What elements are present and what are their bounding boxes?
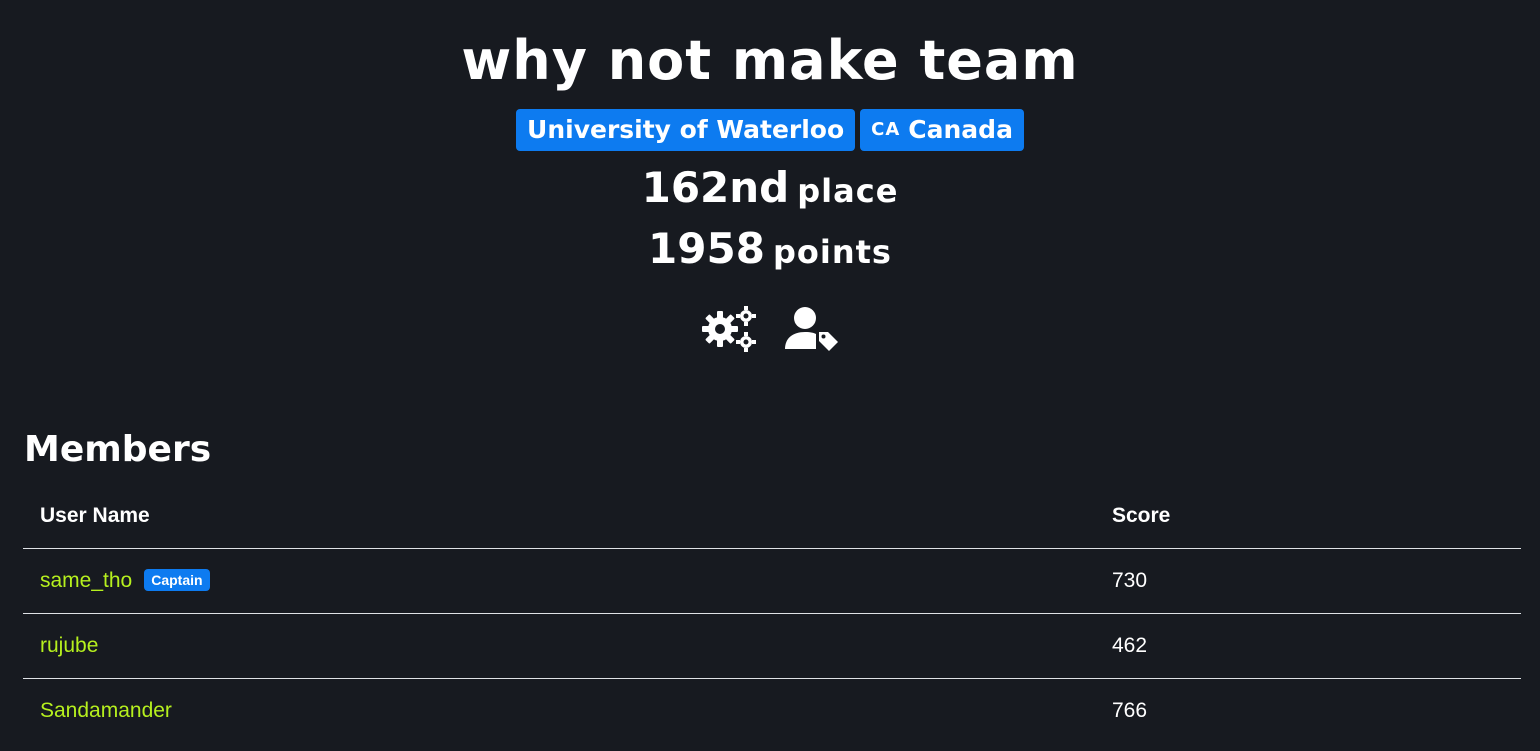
place-value: 162nd (641, 163, 790, 212)
team-actions (0, 304, 1540, 354)
gears-icon (702, 306, 756, 352)
table-row: same_tho Captain 730 (23, 548, 1521, 614)
table-row: rujube 462 (23, 613, 1521, 679)
team-points: 1958 points (0, 221, 1540, 286)
team-captain-button[interactable] (783, 304, 839, 354)
user-tag-icon (785, 307, 838, 351)
team-name: why not make team (461, 29, 1079, 92)
column-header-user-name: User Name (23, 484, 1095, 549)
points-label: points (772, 233, 892, 271)
country-code: CA (871, 119, 901, 140)
affiliation-badge: University of Waterloo (516, 109, 856, 151)
team-badges: University of Waterloo CA Canada (0, 109, 1540, 151)
country-badge: CA Canada (860, 109, 1024, 151)
user-link[interactable]: same_tho (40, 569, 132, 592)
user-name-cell: same_tho Captain (23, 548, 1095, 614)
score-cell: 730 (1095, 548, 1521, 614)
points-value: 1958 (648, 224, 765, 273)
table-row: Sandamander 766 (23, 679, 1521, 744)
user-name-cell: Sandamander (23, 679, 1095, 744)
members-table: User Name Score same_tho Captain 730 ruju… (23, 484, 1521, 743)
user-name-cell: rujube (23, 613, 1095, 679)
members-heading: Members (24, 429, 212, 470)
country-name: Canada (908, 115, 1013, 144)
captain-badge: Captain (144, 569, 210, 591)
user-link[interactable]: Sandamander (40, 699, 172, 722)
user-link[interactable]: rujube (40, 634, 98, 657)
team-place: 162nd place (0, 160, 1540, 225)
team-settings-button[interactable] (701, 304, 757, 354)
score-cell: 462 (1095, 613, 1521, 679)
affiliation-label: University of Waterloo (527, 115, 845, 144)
score-cell: 766 (1112, 699, 1148, 722)
table-header-row: User Name Score (23, 484, 1521, 549)
column-header-score: Score (1095, 484, 1521, 549)
place-label: place (797, 172, 899, 210)
